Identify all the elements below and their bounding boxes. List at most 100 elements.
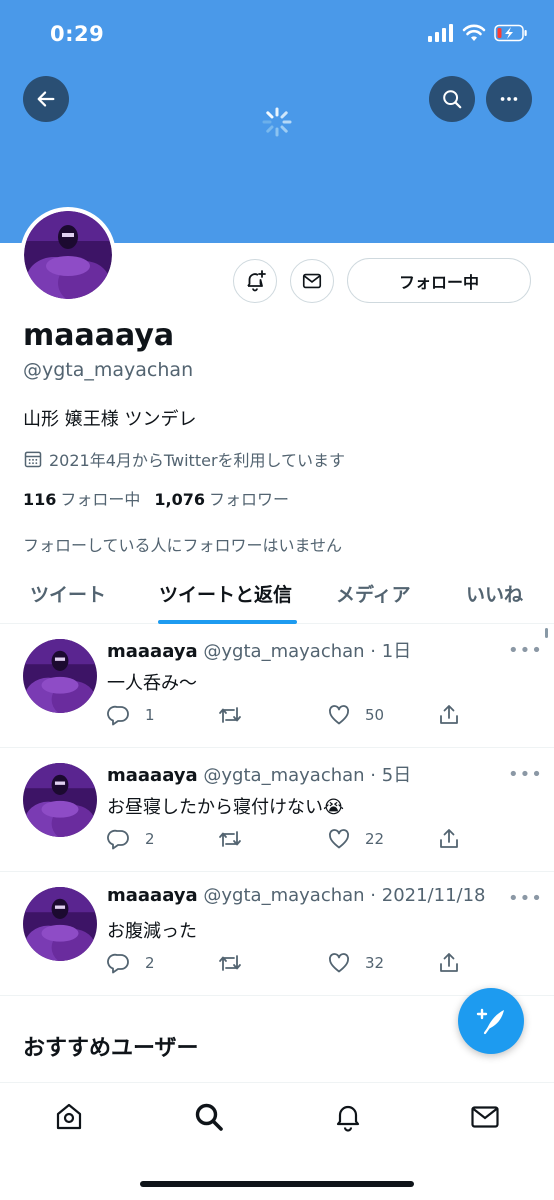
- reply-icon: [107, 705, 129, 726]
- battery-charging-icon: [494, 24, 527, 42]
- tab-likes[interactable]: いいね: [466, 580, 523, 607]
- reply-count: 1: [145, 706, 155, 724]
- tweet-avatar[interactable]: [23, 639, 97, 713]
- avatar-image: [23, 639, 97, 713]
- like-count: 22: [365, 830, 385, 848]
- tweet-author-handle: @ygta_mayachan: [203, 885, 365, 906]
- like-button[interactable]: 32: [327, 951, 384, 975]
- tweet-header: maaaaya @ygta_mayachan · 2021/11/18: [107, 885, 486, 906]
- heart-icon: [328, 705, 350, 725]
- followers-label: フォロワー: [209, 490, 290, 509]
- profile-bio: 山形 嬢王様 ツンデレ: [23, 409, 197, 430]
- nav-home[interactable]: [52, 1100, 86, 1134]
- more-options-button[interactable]: [486, 76, 532, 122]
- following-count-link[interactable]: 116 フォロー中: [23, 486, 140, 510]
- share-icon: [440, 829, 458, 848]
- profile-avatar[interactable]: [20, 207, 116, 303]
- retweet-button[interactable]: [217, 827, 257, 851]
- tab-tweets-and-replies[interactable]: ツイートと返信: [159, 580, 292, 607]
- arrow-left-icon: [37, 91, 55, 107]
- more-horizontal-icon: [500, 97, 518, 101]
- like-button[interactable]: 22: [327, 827, 384, 851]
- follow-counts: 116 フォロー中 1,076 フォロワー: [23, 486, 289, 510]
- share-button[interactable]: [437, 827, 461, 851]
- share-button[interactable]: [437, 703, 461, 727]
- retweet-icon: [219, 707, 241, 723]
- tweet-date[interactable]: · 5日: [370, 765, 411, 786]
- avatar-image: [23, 763, 97, 837]
- followers-count: 1,076: [154, 490, 206, 509]
- retweet-button[interactable]: [217, 703, 257, 727]
- search-icon: [195, 1103, 223, 1131]
- reply-count: 2: [145, 830, 155, 848]
- search-icon: [443, 90, 462, 109]
- reply-button[interactable]: 2: [107, 951, 155, 975]
- followers-count-link[interactable]: 1,076 フォロワー: [154, 486, 289, 510]
- tweet-author-name[interactable]: maaaaya: [107, 885, 198, 906]
- nav-search[interactable]: [192, 1100, 226, 1134]
- compose-tweet-button[interactable]: [458, 988, 524, 1054]
- profile-tabs: ツイート ツイートと返信 メディア いいね: [0, 562, 554, 624]
- reply-icon: [107, 953, 129, 974]
- retweet-icon: [219, 955, 241, 971]
- envelope-icon: [302, 273, 322, 289]
- avatar-image: [23, 887, 97, 961]
- nav-messages[interactable]: [468, 1100, 502, 1134]
- display-name: maaaaya: [23, 318, 175, 353]
- nav-notifications[interactable]: [331, 1100, 365, 1134]
- status-time: 0:29: [50, 22, 105, 46]
- tweet-header: maaaaya @ygta_mayachan · 5日: [107, 761, 411, 787]
- loading-spinner-icon: [262, 107, 292, 137]
- tweet-date[interactable]: · 2021/11/18: [370, 885, 485, 906]
- calendar-icon: [24, 451, 42, 468]
- message-button[interactable]: [290, 259, 334, 303]
- home-indicator: [140, 1181, 414, 1187]
- tweet-item[interactable]: maaaaya @ygta_mayachan · 2021/11/18 ••• …: [0, 872, 554, 996]
- tweet-actions: 1 50: [107, 703, 467, 731]
- tweet-author-handle: @ygta_mayachan: [203, 641, 365, 662]
- envelope-icon: [471, 1106, 499, 1128]
- back-button[interactable]: [23, 76, 69, 122]
- following-count: 116: [23, 490, 57, 509]
- user-handle: @ygta_mayachan: [23, 359, 194, 381]
- tweet-actions: 2 22: [107, 827, 467, 855]
- following-label: フォロー中: [60, 490, 141, 509]
- avatar-image: [24, 211, 112, 299]
- search-button[interactable]: [429, 76, 475, 122]
- tweet-author-name[interactable]: maaaaya: [107, 641, 198, 662]
- tweet-date[interactable]: · 1日: [370, 641, 411, 662]
- tweet-actions: 2 32: [107, 951, 467, 979]
- tweet-item[interactable]: maaaaya @ygta_mayachan · 5日 ••• お昼寝したから寝…: [0, 748, 554, 872]
- tweet-more-button[interactable]: •••: [508, 888, 543, 909]
- share-button[interactable]: [437, 951, 461, 975]
- tweet-more-button[interactable]: •••: [508, 640, 543, 661]
- notifications-button[interactable]: [233, 259, 277, 303]
- recommended-users-heading: おすすめユーザー: [23, 1036, 199, 1061]
- tweet-avatar[interactable]: [23, 763, 97, 837]
- retweet-button[interactable]: [217, 951, 257, 975]
- tweet-text: お腹減った: [107, 921, 197, 942]
- tweet-header: maaaaya @ygta_mayachan · 1日: [107, 637, 411, 663]
- home-icon: [56, 1103, 82, 1130]
- heart-icon: [328, 953, 350, 973]
- reply-icon: [107, 829, 129, 850]
- joined-text: 2021年4月からTwitterを利用しています: [49, 451, 346, 470]
- tweet-more-button[interactable]: •••: [508, 764, 543, 785]
- tab-media[interactable]: メディア: [336, 580, 411, 607]
- tweet-avatar[interactable]: [23, 887, 97, 961]
- following-button[interactable]: フォロー中: [347, 258, 531, 303]
- like-count: 32: [365, 954, 385, 972]
- tweet-text: 一人呑み〜: [107, 673, 197, 694]
- retweet-icon: [219, 831, 241, 847]
- reply-button[interactable]: 2: [107, 827, 155, 851]
- bell-icon: [336, 1105, 360, 1132]
- tweet-author-name[interactable]: maaaaya: [107, 765, 198, 786]
- heart-icon: [328, 829, 350, 849]
- reply-button[interactable]: 1: [107, 703, 155, 727]
- mutual-followers-note: フォローしている人にフォロワーはいません: [23, 536, 343, 555]
- like-button[interactable]: 50: [327, 703, 384, 727]
- tab-tweets[interactable]: ツイート: [30, 580, 106, 607]
- reply-count: 2: [145, 954, 155, 972]
- share-icon: [440, 953, 458, 972]
- tweet-item[interactable]: maaaaya @ygta_mayachan · 1日 ••• 一人呑み〜 1 …: [0, 624, 554, 748]
